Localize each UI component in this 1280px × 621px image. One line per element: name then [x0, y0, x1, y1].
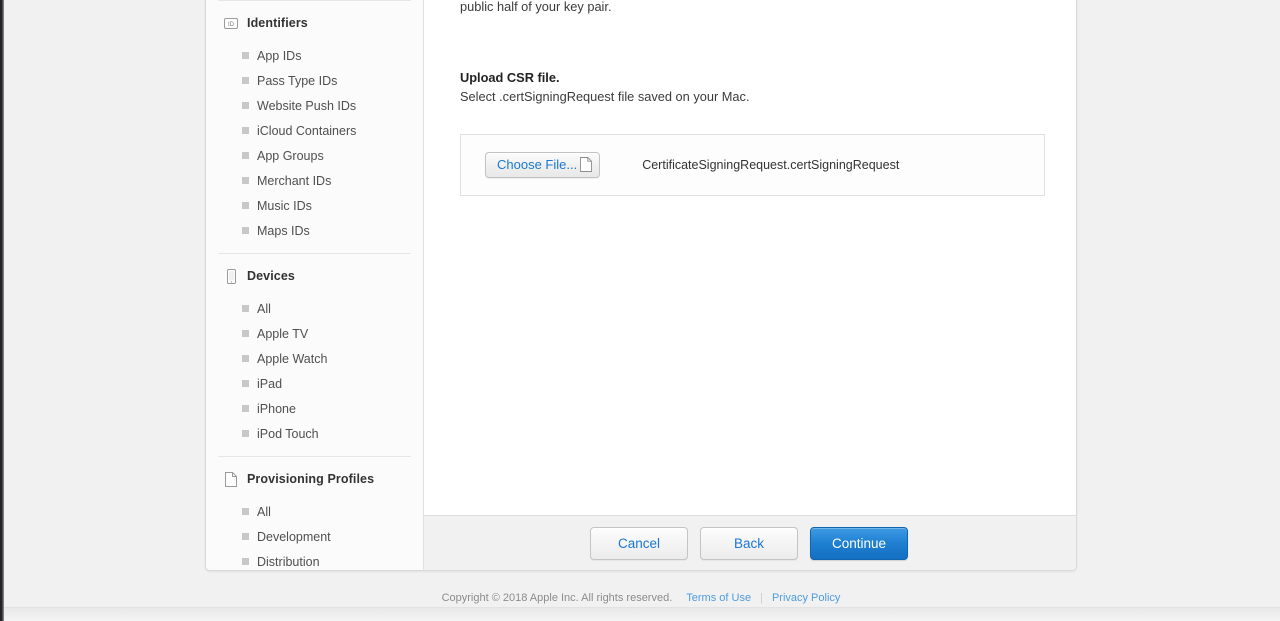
sidebar-item-label: iPhone	[257, 401, 296, 416]
bullet-icon	[242, 102, 249, 109]
footer-separator: |	[760, 592, 763, 604]
upload-subheading: Select .certSigningRequest file saved on…	[460, 88, 750, 104]
sidebar-item-label: Apple Watch	[257, 351, 328, 366]
iphone-icon	[224, 268, 238, 284]
sidebar-item-label: App Groups	[257, 148, 324, 163]
sidebar-item-label: Development	[257, 529, 331, 544]
bullet-icon	[242, 177, 249, 184]
browser-left-edge	[0, 0, 4, 621]
sidebar-item-label: Music IDs	[257, 198, 312, 213]
sidebar-item-profiles-development[interactable]: Development	[206, 524, 423, 549]
privacy-policy-link[interactable]: Privacy Policy	[772, 592, 840, 604]
browser-bottom-edge	[0, 607, 1280, 621]
sidebar-item-ipad[interactable]: iPad	[206, 371, 423, 396]
back-button[interactable]: Back	[700, 526, 798, 560]
terms-of-use-link[interactable]: Terms of Use	[686, 592, 751, 604]
sidebar-header-identifiers[interactable]: ID Identifiers	[206, 13, 423, 33]
sidebar-item-profiles-distribution[interactable]: Distribution	[206, 549, 423, 570]
content-body: is stored on your computer. On a Mac, it…	[424, 0, 1076, 515]
app-shell: ID Identifiers App IDs Pass Type IDs Web…	[205, 0, 1077, 571]
sidebar-item-apple-watch[interactable]: Apple Watch	[206, 346, 423, 371]
sidebar-item-label: iCloud Containers	[257, 123, 357, 138]
sidebar-item-music-ids[interactable]: Music IDs	[206, 193, 423, 218]
bullet-icon	[242, 52, 249, 59]
sidebar-divider	[218, 0, 411, 1]
sidebar-item-iphone[interactable]: iPhone	[206, 396, 423, 421]
svg-text:ID: ID	[228, 21, 235, 27]
bullet-icon	[242, 380, 249, 387]
content-pane: is stored on your computer. On a Mac, it…	[424, 0, 1076, 570]
sidebar-item-label: iPod Touch	[257, 426, 319, 441]
upload-file-box: Choose File... CertificateSigningRequest…	[460, 133, 1045, 196]
bullet-icon	[242, 202, 249, 209]
sidebar: ID Identifiers App IDs Pass Type IDs Web…	[206, 0, 424, 570]
sidebar-group-devices: Devices All Apple TV Apple Watch iPad iP…	[206, 253, 423, 456]
sidebar-header-provisioning-profiles[interactable]: Provisioning Profiles	[206, 469, 423, 489]
sidebar-item-website-push-ids[interactable]: Website Push IDs	[206, 93, 423, 118]
bullet-icon	[242, 355, 249, 362]
sidebar-item-label: Maps IDs	[257, 223, 310, 238]
sidebar-item-label: iPad	[257, 376, 283, 391]
continue-button[interactable]: Continue	[810, 526, 908, 560]
sidebar-item-label: All	[257, 504, 271, 519]
intro-paragraph: is stored on your computer. On a Mac, it…	[460, 0, 612, 14]
sidebar-header-label: Devices	[247, 269, 295, 283]
sidebar-item-label: Website Push IDs	[257, 98, 357, 113]
sidebar-group-provisioning-profiles: Provisioning Profiles All Development Di…	[206, 456, 423, 570]
bullet-icon	[242, 330, 249, 337]
sidebar-group-identifiers: ID Identifiers App IDs Pass Type IDs Web…	[206, 0, 423, 253]
file-page-icon	[580, 157, 593, 172]
copyright-text: Copyright © 2018 Apple Inc. All rights r…	[441, 592, 673, 604]
sidebar-item-label: Pass Type IDs	[257, 73, 338, 88]
sidebar-item-devices-all[interactable]: All	[206, 296, 423, 321]
button-bar: Cancel Back Continue	[424, 515, 1076, 570]
sidebar-item-app-ids[interactable]: App IDs	[206, 43, 423, 68]
bullet-icon	[242, 305, 249, 312]
sidebar-header-devices[interactable]: Devices	[206, 266, 423, 286]
sidebar-item-ipod-touch[interactable]: iPod Touch	[206, 421, 423, 446]
bullet-icon	[242, 77, 249, 84]
sidebar-item-merchant-ids[interactable]: Merchant IDs	[206, 168, 423, 193]
upload-heading: Upload CSR file.	[460, 69, 560, 85]
document-icon	[224, 471, 238, 487]
sidebar-divider	[218, 456, 411, 457]
sidebar-item-label: Distribution	[257, 554, 320, 569]
cancel-button[interactable]: Cancel	[590, 526, 688, 560]
choose-file-button[interactable]: Choose File...	[485, 151, 601, 178]
sidebar-item-label: Apple TV	[257, 326, 309, 341]
bullet-icon	[242, 508, 249, 515]
sidebar-item-maps-ids[interactable]: Maps IDs	[206, 218, 423, 243]
sidebar-item-label: Merchant IDs	[257, 173, 332, 188]
sidebar-header-label: Provisioning Profiles	[247, 472, 375, 486]
bullet-icon	[242, 558, 249, 565]
bullet-icon	[242, 430, 249, 437]
sidebar-item-app-groups[interactable]: App Groups	[206, 143, 423, 168]
bullet-icon	[242, 533, 249, 540]
id-badge-icon: ID	[224, 15, 238, 31]
sidebar-item-icloud-containers[interactable]: iCloud Containers	[206, 118, 423, 143]
sidebar-item-label: App IDs	[257, 48, 302, 63]
sidebar-item-profiles-all[interactable]: All	[206, 499, 423, 524]
sidebar-header-label: Identifiers	[247, 16, 308, 30]
choose-file-label: Choose File...	[497, 157, 578, 172]
sidebar-divider	[218, 253, 411, 254]
bullet-icon	[242, 127, 249, 134]
bullet-icon	[242, 227, 249, 234]
sidebar-item-pass-type-ids[interactable]: Pass Type IDs	[206, 68, 423, 93]
selected-file-name: CertificateSigningRequest.certSigningReq…	[642, 157, 900, 172]
bullet-icon	[242, 405, 249, 412]
sidebar-item-apple-tv[interactable]: Apple TV	[206, 321, 423, 346]
sidebar-item-label: All	[257, 301, 271, 316]
bullet-icon	[242, 152, 249, 159]
